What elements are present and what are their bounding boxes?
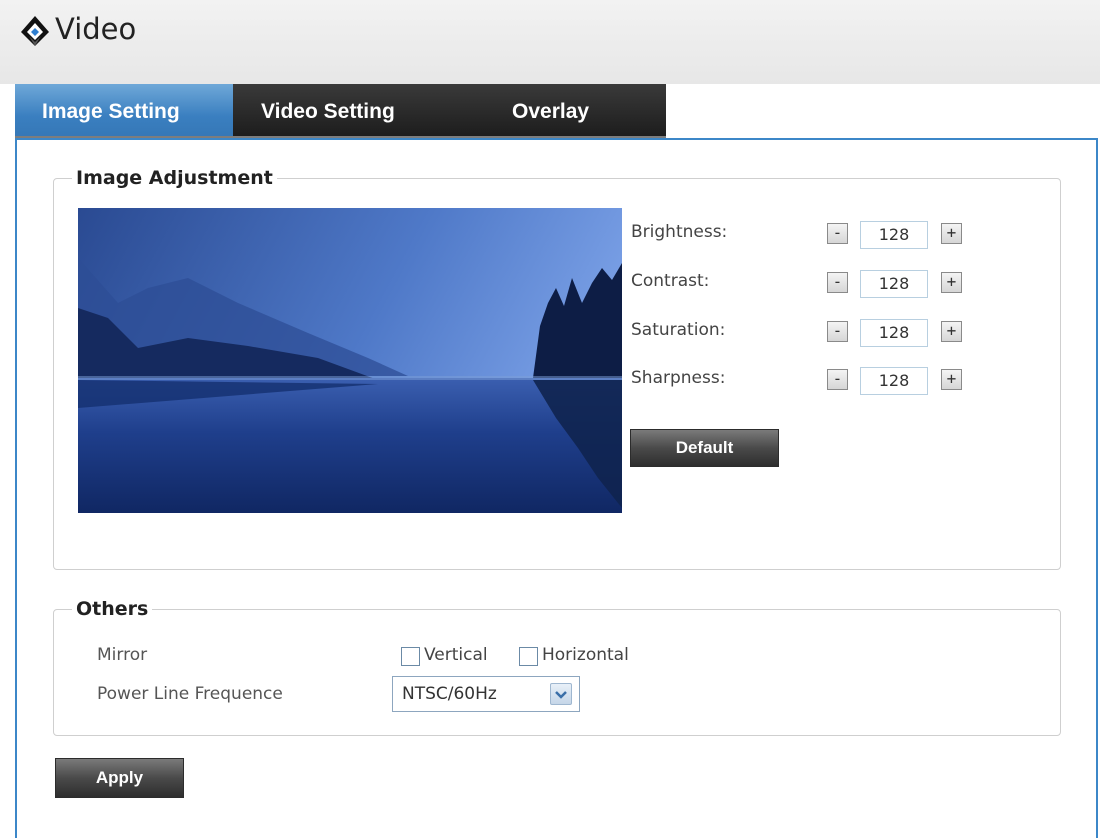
saturation-increase-button[interactable]: + [941, 321, 962, 342]
horizontal-checkbox[interactable] [519, 647, 538, 666]
tab-overlay[interactable]: Overlay [512, 84, 589, 138]
brightness-value[interactable]: 128 [860, 221, 928, 249]
sharpness-value[interactable]: 128 [860, 367, 928, 395]
contrast-increase-button[interactable]: + [941, 272, 962, 293]
logo-icon [19, 14, 51, 52]
power-line-value: NTSC/60Hz [402, 684, 497, 704]
mirror-label: Mirror [97, 645, 148, 665]
chevron-down-icon[interactable] [550, 683, 572, 705]
image-adjustment-legend: Image Adjustment [76, 167, 273, 189]
saturation-label: Saturation: [631, 320, 726, 340]
brightness-increase-button[interactable]: + [941, 223, 962, 244]
brightness-label: Brightness: [631, 222, 728, 242]
sharpness-decrease-button[interactable]: - [827, 369, 848, 390]
page-header: Video [0, 0, 1100, 84]
others-legend: Others [76, 598, 149, 620]
others-group: Others [53, 598, 1061, 736]
tab-image-setting[interactable]: Image Setting [15, 84, 233, 138]
horizontal-label: Horizontal [542, 645, 629, 665]
video-preview [78, 208, 622, 513]
saturation-decrease-button[interactable]: - [827, 321, 848, 342]
contrast-value[interactable]: 128 [860, 270, 928, 298]
page-title: Video [55, 12, 137, 46]
vertical-checkbox[interactable] [401, 647, 420, 666]
contrast-label: Contrast: [631, 271, 710, 291]
contrast-decrease-button[interactable]: - [827, 272, 848, 293]
power-line-select[interactable]: NTSC/60Hz [392, 676, 580, 712]
vertical-label: Vertical [424, 645, 488, 665]
tab-video-setting[interactable]: Video Setting [261, 84, 395, 138]
sharpness-label: Sharpness: [631, 368, 726, 388]
default-button[interactable]: Default [630, 429, 779, 467]
tab-bar: Image Setting Video Setting Overlay [15, 84, 666, 138]
apply-button[interactable]: Apply [55, 758, 184, 798]
sharpness-increase-button[interactable]: + [941, 369, 962, 390]
saturation-value[interactable]: 128 [860, 319, 928, 347]
brightness-decrease-button[interactable]: - [827, 223, 848, 244]
power-line-label: Power Line Frequence [97, 684, 283, 704]
